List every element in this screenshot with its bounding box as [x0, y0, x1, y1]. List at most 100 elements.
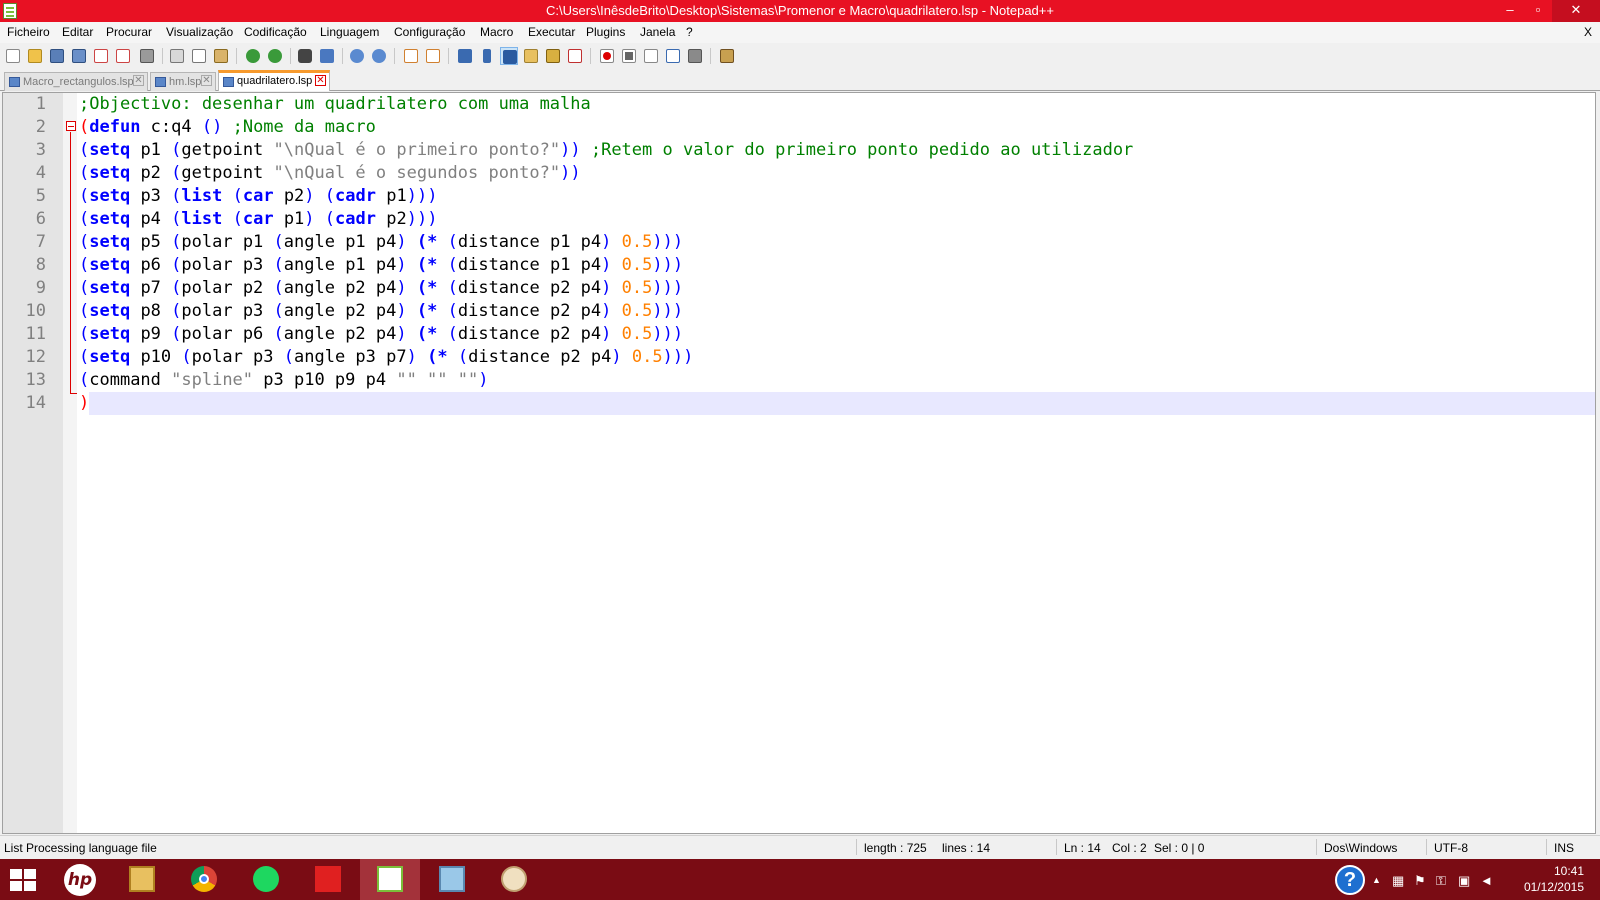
show-hidden-icons-icon[interactable]: ▲ [1372, 875, 1381, 885]
code-token: ))) [652, 255, 684, 275]
show-all-chars-icon[interactable] [478, 47, 496, 65]
code-line[interactable]: (setq p1 (getpoint "\nQual é o primeiro … [79, 139, 1133, 162]
minimize-button[interactable]: – [1496, 0, 1524, 22]
code-line[interactable]: (setq p10 (polar p3 (angle p3 p7) (* (di… [79, 346, 693, 369]
action-center-flag-icon[interactable]: ⚑ [1414, 873, 1426, 889]
code-line[interactable]: (setq p9 (polar p6 (angle p2 p4) (* (dis… [79, 323, 683, 346]
code-token: (* [416, 301, 438, 321]
windows-update-icon[interactable]: ▦ [1392, 873, 1404, 889]
paste-icon[interactable] [212, 47, 230, 65]
system-clock[interactable]: 10:41 01/12/2015 [1504, 863, 1584, 895]
stop-record-icon[interactable] [620, 47, 638, 65]
maximize-button[interactable]: ▫ [1524, 0, 1552, 22]
sync-vertical-icon[interactable] [402, 47, 420, 65]
code-token: ) [396, 232, 407, 252]
notepad-icon[interactable] [422, 859, 482, 900]
tab-close-icon[interactable]: ✕ [201, 75, 212, 86]
code-line[interactable]: (defun c:q4 () ;Nome da macro [79, 116, 376, 139]
code-token: ) [406, 347, 417, 367]
menu-janela[interactable]: Janela [640, 25, 675, 39]
status-eol[interactable]: Dos\Windows [1324, 841, 1397, 855]
code-editor[interactable]: 1 2 3 4 5 6 7 8 9 10 11 12 13 14 ;Object… [2, 92, 1596, 834]
undo-icon[interactable] [244, 47, 262, 65]
folder-workspace-icon[interactable] [566, 47, 584, 65]
code-line[interactable]: (setq p3 (list (car p2) (cadr p1))) [79, 185, 437, 208]
tab-close-icon[interactable]: ✕ [133, 75, 144, 86]
menu-executar[interactable]: Executar [528, 25, 575, 39]
menu-plugins[interactable]: Plugins [586, 25, 625, 39]
code-token: ( [171, 140, 182, 160]
code-token: "\nQual é o primeiro ponto?" [273, 140, 561, 160]
menu-codificacao[interactable]: Codificação [244, 25, 307, 39]
save-icon[interactable] [48, 47, 66, 65]
menu-editar[interactable]: Editar [62, 25, 93, 39]
line-number-gutter[interactable]: 1 2 3 4 5 6 7 8 9 10 11 12 13 14 [3, 93, 63, 833]
power-icon[interactable]: ⚿ [1436, 873, 1446, 889]
tab-macro-rectangulos[interactable]: Macro_rectangulos.lsp ✕ [4, 72, 148, 91]
code-token: angle p1 p4 [283, 255, 397, 275]
code-token: ;Objectivo: desenhar um quadrilatero com… [79, 94, 591, 114]
code-line[interactable]: (setq p7 (polar p2 (angle p2 p4) (* (dis… [79, 277, 683, 300]
run-macro-multiple-icon[interactable] [664, 47, 682, 65]
cut-icon[interactable] [168, 47, 186, 65]
code-line[interactable]: (setq p6 (polar p3 (angle p1 p4) (* (dis… [79, 254, 683, 277]
launch-browser-icon[interactable] [718, 47, 736, 65]
network-icon[interactable]: ▣ [1458, 873, 1470, 889]
record-macro-icon[interactable] [598, 47, 616, 65]
paint-icon[interactable] [484, 859, 544, 900]
menu-help[interactable]: ? [686, 25, 693, 39]
close-document-button[interactable]: X [1584, 25, 1592, 39]
tab-quadrilatero[interactable]: quadrilatero.lsp ✕ [218, 70, 330, 91]
code-line[interactable]: (setq p8 (polar p3 (angle p2 p4) (* (dis… [79, 300, 683, 323]
find-icon[interactable] [296, 47, 314, 65]
fold-collapse-icon[interactable] [66, 121, 76, 131]
function-list-icon[interactable] [544, 47, 562, 65]
chrome-icon[interactable] [174, 859, 234, 900]
menu-procurar[interactable]: Procurar [106, 25, 152, 39]
code-line[interactable]: (setq p5 (polar p1 (angle p1 p4) (* (dis… [79, 231, 683, 254]
sync-horizontal-icon[interactable] [424, 47, 442, 65]
open-file-icon[interactable] [26, 47, 44, 65]
spotify-icon[interactable] [236, 859, 296, 900]
windows-start-icon[interactable] [10, 869, 38, 891]
close-all-icon[interactable] [114, 47, 132, 65]
autocad-icon[interactable] [298, 859, 358, 900]
code-line[interactable]: (setq p4 (list (car p1) (cadr p2))) [79, 208, 437, 231]
zoom-out-icon[interactable] [370, 47, 388, 65]
doc-map-icon[interactable] [522, 47, 540, 65]
code-line[interactable]: (setq p2 (getpoint "\nQual é o segundos … [79, 162, 581, 185]
replace-icon[interactable] [318, 47, 336, 65]
status-encoding[interactable]: UTF-8 [1434, 841, 1468, 855]
menu-configuracao[interactable]: Configuração [394, 25, 465, 39]
volume-icon[interactable]: ◄ [1480, 873, 1493, 888]
code-line[interactable]: ) [79, 392, 89, 415]
code-line[interactable]: ;Objectivo: desenhar um quadrilatero com… [79, 93, 591, 116]
hp-logo[interactable]: hp [64, 864, 96, 896]
close-window-button[interactable]: ✕ [1552, 0, 1600, 22]
new-file-icon[interactable] [4, 47, 22, 65]
save-macro-icon[interactable] [686, 47, 704, 65]
notepadpp-icon[interactable] [360, 859, 420, 900]
code-token: ) [396, 255, 407, 275]
menu-linguagem[interactable]: Linguagem [320, 25, 379, 39]
status-insert-mode[interactable]: INS [1554, 841, 1574, 855]
zoom-in-icon[interactable] [348, 47, 366, 65]
help-icon[interactable]: ? [1335, 865, 1365, 895]
redo-icon[interactable] [266, 47, 284, 65]
print-icon[interactable] [138, 47, 156, 65]
save-all-icon[interactable] [70, 47, 88, 65]
word-wrap-icon[interactable] [456, 47, 474, 65]
code-line[interactable]: (command "spline" p3 p10 p9 p4 "" "" "") [79, 369, 488, 392]
tab-close-icon[interactable]: ✕ [315, 75, 326, 86]
menu-macro[interactable]: Macro [480, 25, 513, 39]
menu-visualizacao[interactable]: Visualização [166, 25, 233, 39]
close-icon[interactable] [92, 47, 110, 65]
play-macro-icon[interactable] [642, 47, 660, 65]
tab-hm[interactable]: hm.lsp ✕ [150, 72, 216, 91]
code-token: distance p2 p4 [457, 324, 602, 344]
menu-ficheiro[interactable]: Ficheiro [7, 25, 50, 39]
indent-guide-icon[interactable] [500, 47, 518, 65]
copy-icon[interactable] [190, 47, 208, 65]
file-explorer-icon[interactable] [112, 859, 172, 900]
